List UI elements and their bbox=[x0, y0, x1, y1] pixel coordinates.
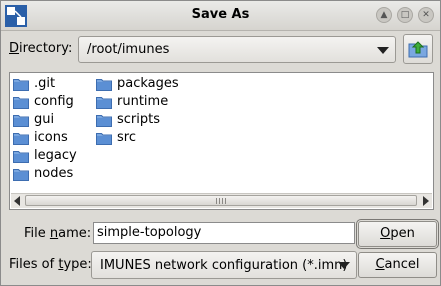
list-item-label: scripts bbox=[117, 112, 160, 127]
file-name-input[interactable] bbox=[97, 225, 349, 240]
list-item-label: packages bbox=[117, 76, 179, 91]
folder-icon bbox=[13, 79, 29, 91]
directory-label: Directory: bbox=[9, 41, 73, 56]
folder-up-icon bbox=[408, 41, 428, 58]
chevron-down-icon bbox=[377, 47, 389, 54]
folder-icon bbox=[13, 133, 29, 145]
title-bar[interactable]: Save As ▲ □ ✕ bbox=[1, 1, 440, 31]
directory-combobox[interactable]: /root/imunes bbox=[78, 36, 396, 63]
open-button[interactable]: Open bbox=[356, 219, 439, 249]
scrollbar-thumb[interactable] bbox=[25, 195, 417, 206]
scroll-right-icon[interactable] bbox=[423, 196, 429, 206]
list-item-label: runtime bbox=[117, 94, 169, 109]
parent-directory-button[interactable] bbox=[403, 34, 433, 64]
scroll-left-icon[interactable] bbox=[14, 196, 20, 206]
folder-icon bbox=[96, 97, 112, 109]
folder-icon bbox=[13, 97, 29, 109]
maximize-icon[interactable]: □ bbox=[397, 7, 413, 23]
folder-icon bbox=[13, 151, 29, 163]
grip-icon bbox=[216, 198, 226, 204]
list-item-label: .git bbox=[34, 76, 56, 91]
folder-icon bbox=[13, 169, 29, 181]
cancel-button[interactable]: Cancel bbox=[358, 252, 437, 278]
list-item-label: legacy bbox=[34, 148, 77, 163]
chevron-down-icon bbox=[338, 262, 350, 269]
save-as-dialog: Save As ▲ □ ✕ Directory: /root/imunes .g… bbox=[0, 0, 441, 286]
file-type-combobox[interactable]: IMUNES network configuration (*.imn) bbox=[91, 251, 357, 279]
dialog-title: Save As bbox=[191, 7, 250, 22]
folder-icon bbox=[96, 115, 112, 127]
list-item-label: nodes bbox=[34, 166, 74, 181]
directory-value: /root/imunes bbox=[87, 42, 170, 57]
file-name-field[interactable] bbox=[93, 222, 355, 244]
list-item-label: src bbox=[117, 130, 136, 145]
folder-icon bbox=[96, 133, 112, 145]
folder-icon bbox=[96, 79, 112, 91]
folder-icon bbox=[13, 115, 29, 127]
file-type-value: IMUNES network configuration (*.imn) bbox=[100, 258, 348, 273]
list-item-label: gui bbox=[34, 112, 55, 127]
file-type-label: Files of type: bbox=[9, 257, 92, 272]
close-icon[interactable]: ✕ bbox=[418, 7, 434, 23]
minimize-icon[interactable]: ▲ bbox=[376, 7, 392, 23]
horizontal-scrollbar[interactable] bbox=[11, 193, 432, 208]
file-name-label: File name: bbox=[24, 226, 92, 241]
list-item-label: icons bbox=[34, 130, 68, 145]
file-list[interactable]: .git config gui icons legacy nodes packages ru… bbox=[9, 72, 434, 210]
list-item-label: config bbox=[34, 94, 74, 109]
